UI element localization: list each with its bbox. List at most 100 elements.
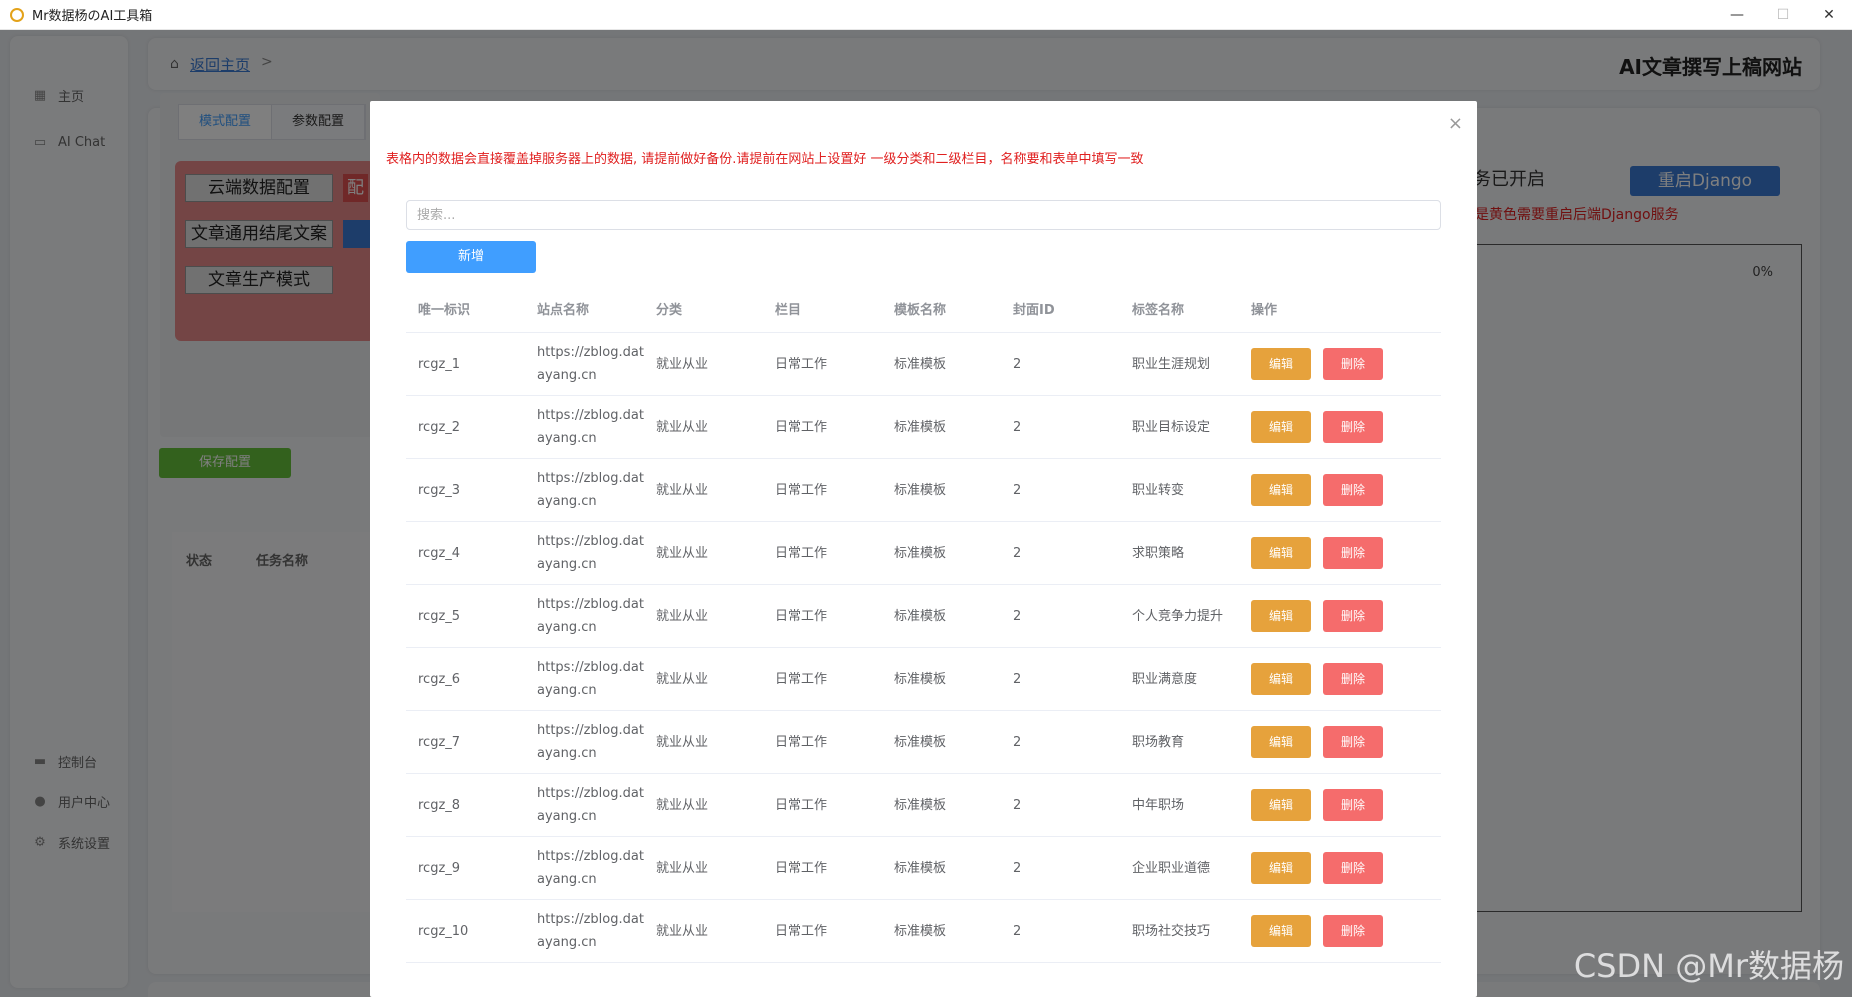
- cell-unique-id-text: rcgz_5: [418, 608, 461, 624]
- cell-site-name: https://zblog.datayang.cn: [525, 908, 644, 954]
- cell-template: 标准模板: [882, 416, 1001, 439]
- cell-actions: 编辑 删除: [1239, 474, 1441, 506]
- cell-column: 日常工作: [763, 731, 882, 754]
- cell-actions: 编辑 删除: [1239, 411, 1441, 443]
- cell-cover-id-text: 2: [1013, 923, 1022, 939]
- edit-button[interactable]: 编辑: [1251, 600, 1311, 632]
- delete-button[interactable]: 删除: [1323, 348, 1383, 380]
- site-config-dialog: × 表格内的数据会直接覆盖掉服务器上的数据, 请提前做好备份.请提前在网站上设置…: [370, 101, 1477, 997]
- delete-button[interactable]: 删除: [1323, 726, 1383, 758]
- cell-actions: 编辑 删除: [1239, 915, 1441, 947]
- cell-actions: 编辑 删除: [1239, 537, 1441, 569]
- cell-column: 日常工作: [763, 794, 882, 817]
- close-window-button[interactable]: ✕: [1806, 0, 1852, 30]
- minimize-button[interactable]: —: [1714, 0, 1760, 30]
- add-button[interactable]: 新增: [406, 241, 536, 273]
- edit-button[interactable]: 编辑: [1251, 537, 1311, 569]
- delete-button[interactable]: 删除: [1323, 537, 1383, 569]
- window-titlebar: Mr数据杨のAI工具箱 — ☐ ✕: [0, 0, 1852, 30]
- cell-tag-text: 职业目标设定: [1132, 419, 1211, 435]
- table-row: rcgz_3 https://zblog.datayang.cn 就业从业 日常工作 标…: [406, 459, 1441, 522]
- delete-button[interactable]: 删除: [1323, 915, 1383, 947]
- close-icon[interactable]: ×: [1448, 113, 1463, 134]
- cell-unique-id-text: rcgz_1: [418, 356, 461, 372]
- cell-tag: 中年职场: [1120, 794, 1239, 817]
- csdn-watermark: CSDN @Mr数据杨: [1573, 947, 1844, 985]
- cell-category: 就业从业: [644, 479, 763, 502]
- cell-site-name: https://zblog.datayang.cn: [525, 467, 644, 513]
- cell-column: 日常工作: [763, 479, 882, 502]
- cell-cover-id: 2: [1001, 920, 1120, 943]
- cell-column: 日常工作: [763, 605, 882, 628]
- site-table: 唯一标识 站点名称 分类 栏目 模板名称 封面ID 标签名称 操作 rcgz_1…: [406, 289, 1441, 963]
- search-input[interactable]: [406, 200, 1441, 230]
- cell-unique-id-text: rcgz_6: [418, 671, 461, 687]
- delete-button[interactable]: 删除: [1323, 789, 1383, 821]
- edit-button[interactable]: 编辑: [1251, 474, 1311, 506]
- cell-cover-id-text: 2: [1013, 860, 1022, 876]
- cell-tag-text: 职业满意度: [1132, 671, 1198, 687]
- header-column: 栏目: [775, 303, 802, 318]
- edit-button[interactable]: 编辑: [1251, 789, 1311, 821]
- cell-column-text: 日常工作: [775, 419, 828, 435]
- cell-column-text: 日常工作: [775, 608, 828, 624]
- cell-site-name: https://zblog.datayang.cn: [525, 782, 644, 828]
- cell-unique-id: rcgz_3: [406, 479, 525, 502]
- cell-site-name-text: https://zblog.datayang.cn: [537, 597, 644, 635]
- cell-site-name-text: https://zblog.datayang.cn: [537, 660, 644, 698]
- cell-site-name: https://zblog.datayang.cn: [525, 404, 644, 450]
- cell-template-text: 标准模板: [894, 671, 947, 687]
- cell-column: 日常工作: [763, 668, 882, 691]
- cell-unique-id-text: rcgz_8: [418, 797, 461, 813]
- cell-category-text: 就业从业: [656, 734, 709, 750]
- cell-column-text: 日常工作: [775, 671, 828, 687]
- cell-category: 就业从业: [644, 920, 763, 943]
- edit-button[interactable]: 编辑: [1251, 411, 1311, 443]
- cell-tag: 企业职业道德: [1120, 857, 1239, 880]
- cell-template-text: 标准模板: [894, 356, 947, 372]
- cell-category: 就业从业: [644, 416, 763, 439]
- cell-category-text: 就业从业: [656, 356, 709, 372]
- cell-cover-id: 2: [1001, 479, 1120, 502]
- header-site-name: 站点名称: [537, 303, 590, 318]
- delete-button[interactable]: 删除: [1323, 600, 1383, 632]
- cell-tag-text: 企业职业道德: [1132, 860, 1211, 876]
- delete-button[interactable]: 删除: [1323, 474, 1383, 506]
- cell-cover-id-text: 2: [1013, 419, 1022, 435]
- delete-button[interactable]: 删除: [1323, 411, 1383, 443]
- maximize-button[interactable]: ☐: [1760, 0, 1806, 30]
- edit-button[interactable]: 编辑: [1251, 663, 1311, 695]
- cell-template: 标准模板: [882, 605, 1001, 628]
- edit-button[interactable]: 编辑: [1251, 915, 1311, 947]
- cell-site-name-text: https://zblog.datayang.cn: [537, 786, 644, 824]
- cell-tag-text: 职场社交技巧: [1132, 923, 1211, 939]
- cell-template: 标准模板: [882, 668, 1001, 691]
- cell-tag-text: 中年职场: [1132, 797, 1185, 813]
- delete-button[interactable]: 删除: [1323, 663, 1383, 695]
- edit-button[interactable]: 编辑: [1251, 348, 1311, 380]
- delete-button[interactable]: 删除: [1323, 852, 1383, 884]
- cell-site-name: https://zblog.datayang.cn: [525, 341, 644, 387]
- cell-site-name-text: https://zblog.datayang.cn: [537, 345, 644, 383]
- cell-site-name: https://zblog.datayang.cn: [525, 845, 644, 891]
- header-tag: 标签名称: [1132, 303, 1185, 318]
- cell-tag: 职场教育: [1120, 731, 1239, 754]
- cell-column: 日常工作: [763, 353, 882, 376]
- cell-column: 日常工作: [763, 920, 882, 943]
- cell-template: 标准模板: [882, 542, 1001, 565]
- table-row: rcgz_9 https://zblog.datayang.cn 就业从业 日常工作 标…: [406, 837, 1441, 900]
- app-logo-icon: [10, 7, 24, 22]
- edit-button[interactable]: 编辑: [1251, 726, 1311, 758]
- cell-unique-id-text: rcgz_4: [418, 545, 461, 561]
- cell-template: 标准模板: [882, 479, 1001, 502]
- cell-unique-id: rcgz_8: [406, 794, 525, 817]
- cell-template: 标准模板: [882, 731, 1001, 754]
- cell-category-text: 就业从业: [656, 608, 709, 624]
- cell-template-text: 标准模板: [894, 545, 947, 561]
- cell-category: 就业从业: [644, 668, 763, 691]
- cell-cover-id-text: 2: [1013, 545, 1022, 561]
- edit-button[interactable]: 编辑: [1251, 852, 1311, 884]
- cell-category: 就业从业: [644, 731, 763, 754]
- cell-tag: 求职策略: [1120, 542, 1239, 565]
- cell-site-name: https://zblog.datayang.cn: [525, 719, 644, 765]
